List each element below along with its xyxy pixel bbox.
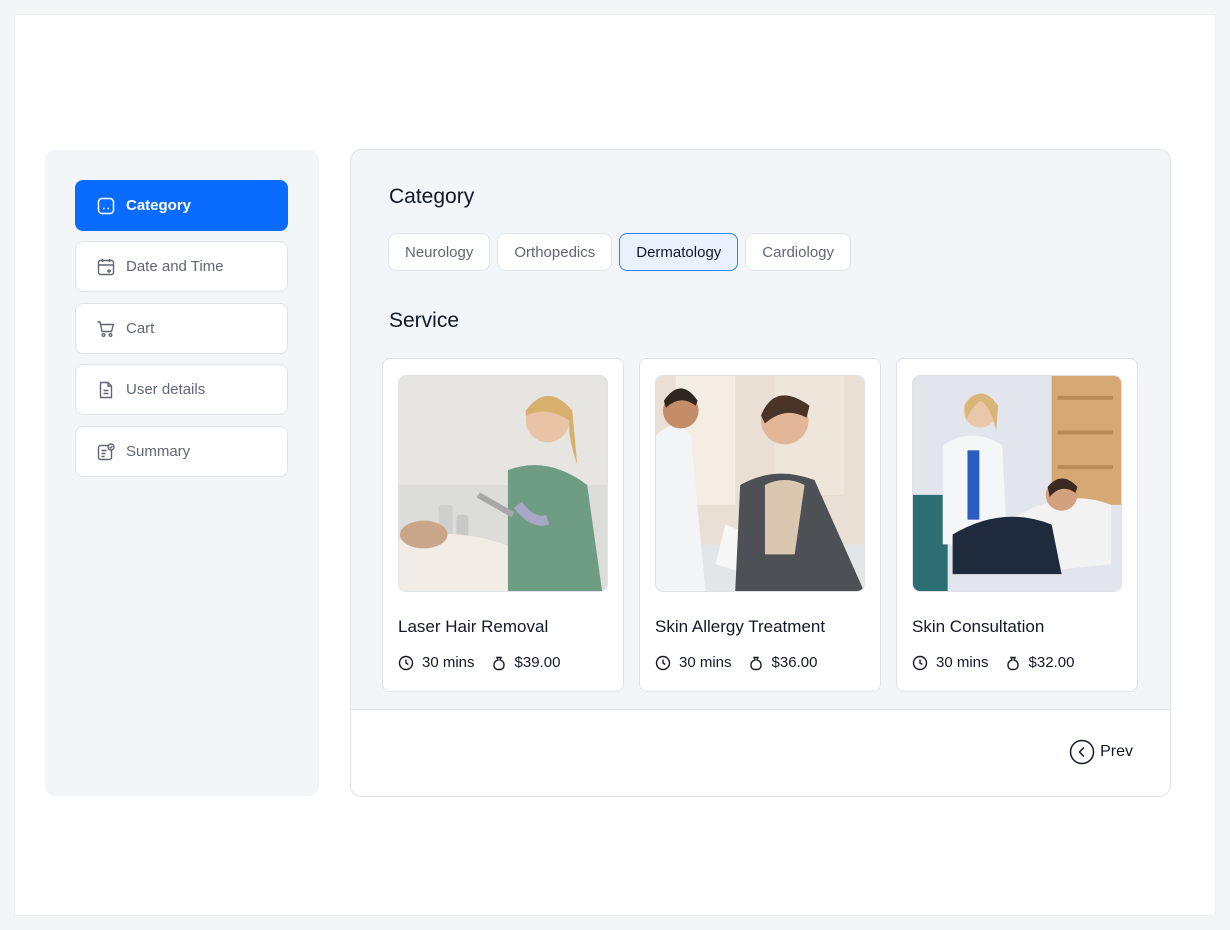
category-pill-neurology[interactable]: Neurology [388,233,491,271]
steps-sidebar: Category Date and Time Cart User details… [45,150,319,796]
service-photo [912,375,1122,592]
clock-icon [655,655,671,670]
category-pill-dermatology[interactable]: Dermatology [619,233,739,271]
service-title: Laser Hair Removal [398,617,549,636]
service-price: $36.00 [748,654,817,671]
service-card[interactable]: Laser Hair Removal 30 mins $39.00 [382,358,624,692]
service-card[interactable]: Skin Allergy Treatment 30 mins $36.00 [639,358,881,692]
service-duration: 30 mins [912,654,989,671]
category-icon [96,196,116,216]
service-price: $32.00 [1005,654,1074,671]
cart-icon [96,319,116,339]
prev-label: Prev [1100,743,1133,760]
prev-button[interactable]: Prev [1069,739,1133,765]
document-icon [96,380,116,400]
service-title: Skin Allergy Treatment [655,617,826,636]
clock-icon [398,655,414,670]
category-heading: Category [389,185,475,208]
service-duration: 30 mins [398,654,475,671]
money-bag-icon [749,656,762,670]
sidebar-item-category[interactable]: Category [75,180,288,231]
money-bag-icon [1006,656,1019,670]
service-cards: Laser Hair Removal 30 mins $39.00 Skin A… [382,358,1138,692]
sidebar-item-label: Date and Time [126,258,224,275]
service-title: Skin Consultation [912,617,1045,636]
page-canvas: Category Date and Time Cart User details… [15,15,1215,915]
booking-main-panel: Category Neurology Orthopedics Dermatolo… [350,149,1171,797]
sidebar-item-label: Cart [126,320,155,337]
category-pills: Neurology Orthopedics Dermatology Cardio… [388,233,852,271]
sidebar-item-summary[interactable]: Summary [75,426,288,477]
service-card[interactable]: Skin Consultation 30 mins $32.00 [896,358,1138,692]
service-heading: Service [389,309,460,332]
service-meta: 30 mins $36.00 [655,654,833,671]
summary-icon [96,442,116,462]
service-photo [398,375,608,592]
money-bag-icon [492,656,505,670]
sidebar-item-cart[interactable]: Cart [75,303,288,354]
service-meta: 30 mins $39.00 [398,654,576,671]
chevron-left-circle-icon [1069,739,1095,765]
panel-footer: Prev [351,709,1170,796]
service-price: $39.00 [491,654,560,671]
category-pill-cardiology[interactable]: Cardiology [745,233,852,271]
category-pill-orthopedics[interactable]: Orthopedics [497,233,613,271]
sidebar-item-user-details[interactable]: User details [75,364,288,415]
sidebar-item-label: Category [126,197,192,214]
clock-icon [912,655,928,670]
service-meta: 30 mins $32.00 [912,654,1090,671]
calendar-icon [96,257,116,277]
service-photo [655,375,865,592]
sidebar-item-label: Summary [126,443,191,460]
service-duration: 30 mins [655,654,732,671]
sidebar-item-date-and-time[interactable]: Date and Time [75,241,288,292]
sidebar-item-label: User details [126,381,206,398]
